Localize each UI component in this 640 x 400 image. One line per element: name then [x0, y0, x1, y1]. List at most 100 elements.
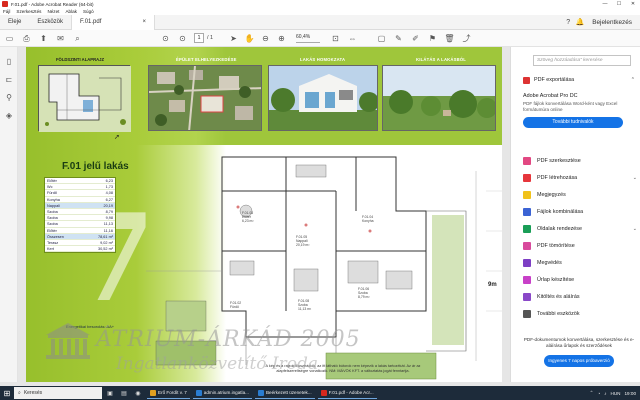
browser-icon[interactable]: ◉: [132, 387, 144, 399]
tool-protect[interactable]: Megvédés: [523, 257, 637, 269]
free-trial-button[interactable]: Ingyenes 7 napos próbaverzió: [544, 354, 614, 367]
taskbar-app[interactable]: admin.atrium.ingatla...: [192, 387, 252, 399]
tool-label: Megvédés: [537, 260, 562, 266]
tool-prepare-form[interactable]: Űrlap készítése: [523, 274, 637, 286]
taskbar-app[interactable]: Erő Fordít v. 7: [147, 387, 190, 399]
pdf-page: FÖLDSZINTI ALAPRAJZ ➚ ÉPÜLET ELHELYEZKED…: [26, 47, 502, 382]
email-icon[interactable]: ✉: [55, 33, 66, 44]
watermark-company: ÁTRIUM-ÁRKÁD 2005: [96, 327, 361, 352]
scale-label: 9m: [488, 282, 497, 288]
fit-page-icon[interactable]: ⊡: [330, 33, 341, 44]
tab-document[interactable]: F.01.pdf ×: [71, 14, 156, 30]
tab-close-icon[interactable]: ×: [143, 15, 147, 30]
menu-edit[interactable]: Szerkesztés: [16, 9, 41, 14]
zoom-out-icon[interactable]: ⊖: [260, 33, 271, 44]
menu-window[interactable]: Ablak: [65, 9, 77, 14]
attachments-icon[interactable]: ⚲: [4, 93, 14, 103]
prev-page-icon[interactable]: ⊙: [160, 33, 171, 44]
save-icon[interactable]: ▭: [4, 33, 15, 44]
select-cursor-icon[interactable]: ➤: [228, 33, 239, 44]
tool-create-pdf[interactable]: PDF létrehozása ⌄: [523, 172, 637, 184]
menu-help[interactable]: Súgó: [83, 9, 94, 14]
plan-label-living: F.01.05 Nappali 20,19 m²: [296, 235, 310, 247]
plan-label-hall: F.01.03 Előtér 6,23 m²: [242, 211, 254, 223]
highlight-icon[interactable]: ✎: [393, 33, 404, 44]
tool-compress-pdf[interactable]: PDF tömörítése: [523, 240, 637, 252]
volume-icon[interactable]: ♪: [604, 391, 606, 396]
zoom-level-select[interactable]: 60,4%: [296, 34, 320, 43]
tool-more-tools[interactable]: További eszközök: [523, 308, 637, 320]
menu-file[interactable]: Fájl: [3, 9, 10, 14]
close-window-button[interactable]: ✕: [626, 1, 640, 7]
taskbar-app-label: F.01.pdf - Adobe Acr...: [328, 390, 374, 395]
tools-search-input[interactable]: Szöveg hozzáadása” keresése: [533, 55, 631, 66]
taskbar-app[interactable]: Beérkezett üzenetek...: [254, 387, 315, 399]
tool-label: PDF szerkesztése: [537, 158, 581, 164]
site-plan-caption: FÖLDSZINTI ALAPRAJZ: [56, 57, 104, 62]
tray-chevron-icon[interactable]: ⌃: [590, 390, 594, 396]
plan-label-room1: F.01.06 Szoba 8,79 m²: [358, 287, 370, 299]
next-page-icon[interactable]: ⊙: [177, 33, 188, 44]
file-explorer-icon[interactable]: ▤: [118, 387, 130, 399]
language-indicator[interactable]: HUN: [611, 391, 621, 396]
notifications-icon[interactable]: 🔔: [574, 18, 586, 26]
tool-fill-sign[interactable]: Kitöltés és aláírás: [523, 291, 637, 303]
combine-files-icon: [523, 208, 531, 216]
promo-description: PDF fájlok konvertálása Word-ként vagy E…: [523, 101, 618, 112]
tool-comment[interactable]: Megjegyzés: [523, 189, 637, 201]
export-pdf-tool[interactable]: PDF exportálása ⌃: [523, 74, 635, 86]
export-pdf-icon: [523, 76, 530, 84]
share-icon[interactable]: ⤴: [461, 33, 472, 44]
signin-button[interactable]: Bejelentkezés: [592, 19, 632, 26]
layers-icon[interactable]: ◈: [4, 111, 14, 121]
window-title: F.01.pdf - Adobe Acrobat Reader (64-bit): [11, 1, 94, 7]
tool-label: Megjegyzés: [537, 192, 566, 198]
room-area-table: Előtér 6,23 Wc 1,73 Fürdő 4,08 Konyha 6,27 N…: [44, 177, 116, 254]
clock[interactable]: 19:00: [625, 391, 637, 396]
facade-photo: [268, 65, 378, 131]
tool-label: PDF tömörítése: [537, 243, 575, 249]
system-tray: ⌃ ◔ ♪ HUN 19:00: [586, 390, 640, 396]
maximize-button[interactable]: ☐: [612, 1, 626, 7]
comment-icon[interactable]: ▢: [376, 33, 387, 44]
page-thumbnails-icon[interactable]: ▯: [4, 57, 14, 67]
delete-icon[interactable]: 🗑: [444, 33, 455, 44]
scroll-mode-icon[interactable]: ⇔: [347, 33, 358, 44]
bookmarks-icon[interactable]: ⊏: [4, 75, 14, 85]
taskbar-search-input[interactable]: ⌕ Keresés: [14, 387, 102, 399]
search-doc-icon[interactable]: ⌕: [72, 33, 83, 44]
tab-home[interactable]: Eleje: [0, 15, 29, 30]
pro-promo-card: Adobe Acrobat Pro DC PDF fájlok konvertá…: [523, 93, 635, 128]
app-icon: [150, 389, 156, 396]
minimize-button[interactable]: —: [598, 1, 612, 7]
chevron-up-icon[interactable]: ⌃: [631, 77, 635, 83]
menu-view[interactable]: Nézet: [47, 9, 59, 14]
help-icon[interactable]: ?: [562, 19, 574, 26]
photo-caption-location: ÉPÜLET ELHELYEZKEDÉSE: [176, 57, 237, 62]
upload-icon[interactable]: ⬆: [38, 33, 49, 44]
network-icon[interactable]: ◔: [597, 391, 600, 396]
north-arrow-icon: ➚: [114, 134, 120, 141]
tools-pane: Szöveg hozzáadása” keresése PDF exportál…: [510, 47, 640, 382]
tool-combine-files[interactable]: Fájlok kombinálása: [523, 206, 637, 218]
task-view-icon[interactable]: ▣: [104, 387, 116, 399]
draw-icon[interactable]: ✐: [410, 33, 421, 44]
watermark-subtitle: Ingatlanközvetítő Iroda: [116, 354, 319, 374]
tool-edit-pdf[interactable]: PDF szerkesztése: [523, 155, 637, 167]
compress-pdf-icon: [523, 242, 531, 250]
zoom-in-icon[interactable]: ⊕: [276, 33, 287, 44]
chevron-down-icon[interactable]: ⌄: [633, 175, 637, 181]
flat-title: F.01 jelű lakás: [62, 161, 129, 172]
more-tools-icon: [523, 310, 531, 318]
print-icon[interactable]: ⎙: [21, 33, 32, 44]
document-viewer[interactable]: FÖLDSZINTI ALAPRAJZ ➚ ÉPÜLET ELHELYEZKED…: [18, 47, 510, 382]
tool-organize-pages[interactable]: Oldalak rendezése ⌄: [523, 223, 637, 235]
learn-more-button[interactable]: További tudnivalók: [523, 116, 623, 128]
page-number-input[interactable]: 1: [194, 33, 204, 43]
tab-tools[interactable]: Eszközök: [29, 15, 71, 30]
stamp-icon[interactable]: ⚑: [427, 33, 438, 44]
windows-start-icon[interactable]: ⊞: [0, 386, 14, 400]
hand-tool-icon[interactable]: ✋: [244, 33, 255, 44]
taskbar-app[interactable]: F.01.pdf - Adobe Acr...: [317, 387, 377, 399]
chevron-down-icon[interactable]: ⌄: [633, 226, 637, 232]
